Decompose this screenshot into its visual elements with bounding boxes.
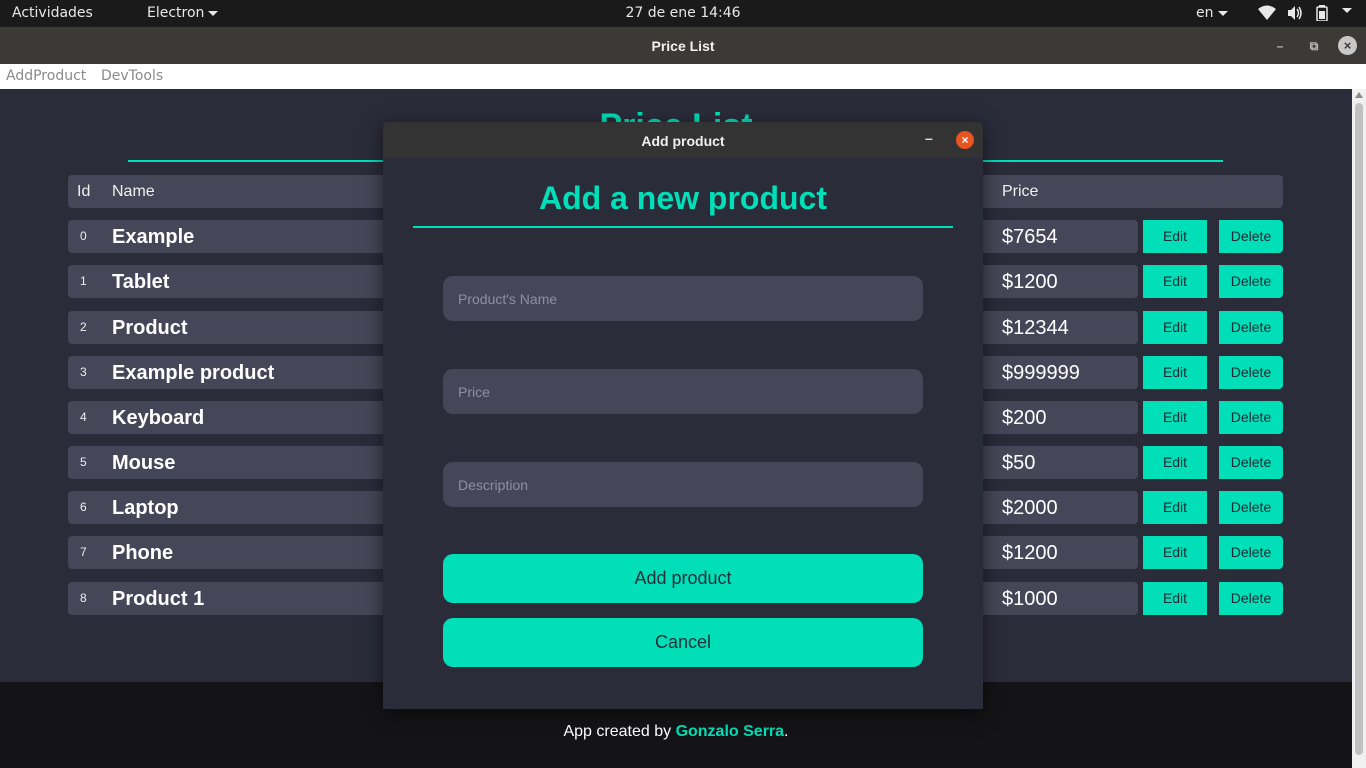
wifi-icon[interactable] <box>1258 5 1276 21</box>
menubar: AddProduct DevTools <box>0 64 1366 89</box>
window-title: Price List <box>651 38 715 54</box>
row-id: 4 <box>80 410 87 424</box>
description-input[interactable] <box>443 462 923 507</box>
delete-button[interactable]: Delete <box>1219 311 1283 344</box>
delete-button[interactable]: Delete <box>1219 536 1283 569</box>
row-id: 1 <box>80 274 87 288</box>
scroll-up-arrow-icon[interactable] <box>1355 92 1363 98</box>
delete-button[interactable]: Delete <box>1219 582 1283 615</box>
volume-icon[interactable] <box>1287 5 1303 21</box>
row-name: Product <box>112 317 188 339</box>
footer-prefix: App created by <box>563 723 676 740</box>
close-icon[interactable]: × <box>1338 36 1357 55</box>
row-price: $999999 <box>1002 362 1080 384</box>
dialog-title: Add product <box>641 133 725 149</box>
row-price: $1200 <box>1002 542 1058 564</box>
row-price: $12344 <box>1002 317 1069 339</box>
row-name: Product 1 <box>112 588 205 610</box>
row-name: Mouse <box>112 452 176 474</box>
header-id: Id <box>77 183 91 200</box>
row-name: Tablet <box>112 271 170 293</box>
delete-button[interactable]: Delete <box>1219 401 1283 434</box>
row-id: 5 <box>80 455 87 469</box>
edit-button[interactable]: Edit <box>1143 311 1207 344</box>
row-price: $7654 <box>1002 226 1058 248</box>
minimize-icon[interactable]: – <box>1271 37 1289 55</box>
menu-item-devtools[interactable]: DevTools <box>101 68 163 84</box>
language-label: en <box>1196 5 1214 21</box>
edit-button[interactable]: Edit <box>1143 536 1207 569</box>
cancel-button[interactable]: Cancel <box>443 618 923 667</box>
row-price: $2000 <box>1002 497 1058 519</box>
window-titlebar: Price List – ⧉ × <box>0 27 1366 64</box>
row-id: 2 <box>80 320 87 334</box>
edit-button[interactable]: Edit <box>1143 491 1207 524</box>
add-product-button[interactable]: Add product <box>443 554 923 603</box>
edit-button[interactable]: Edit <box>1143 220 1207 253</box>
header-price: Price <box>1002 183 1039 200</box>
scrollbar-thumb[interactable] <box>1355 103 1363 755</box>
delete-button[interactable]: Delete <box>1219 265 1283 298</box>
chevron-down-icon <box>1217 10 1228 16</box>
row-id: 6 <box>80 500 87 514</box>
row-name: Phone <box>112 542 174 564</box>
edit-button[interactable]: Edit <box>1143 356 1207 389</box>
system-menu-chevron-icon[interactable] <box>1342 8 1352 13</box>
delete-button[interactable]: Delete <box>1219 446 1283 479</box>
minimize-icon[interactable]: – <box>925 130 933 146</box>
row-name: Keyboard <box>112 407 205 429</box>
product-name-input[interactable] <box>443 276 923 321</box>
header-name: Name <box>112 183 155 200</box>
system-top-bar: Actividades Electron 27 de ene 14:46 en <box>0 0 1366 27</box>
menu-item-addproduct[interactable]: AddProduct <box>6 68 86 84</box>
heading-divider <box>413 226 953 228</box>
row-price: $200 <box>1002 407 1047 429</box>
footer-suffix: . <box>784 723 789 740</box>
delete-button[interactable]: Delete <box>1219 220 1283 253</box>
row-id: 7 <box>80 545 87 559</box>
edit-button[interactable]: Edit <box>1143 401 1207 434</box>
row-id: 3 <box>80 365 87 379</box>
row-id: 0 <box>80 229 87 243</box>
language-selector[interactable]: en <box>1196 5 1228 21</box>
delete-button[interactable]: Delete <box>1219 491 1283 524</box>
add-product-dialog: Add product – × Add a new product Add pr… <box>383 122 983 709</box>
row-id: 8 <box>80 591 87 605</box>
battery-icon[interactable] <box>1316 5 1328 21</box>
price-input[interactable] <box>443 369 923 414</box>
dialog-heading: Add a new product <box>539 180 827 216</box>
row-price: $50 <box>1002 452 1036 474</box>
row-name: Example <box>112 226 195 248</box>
close-icon[interactable]: × <box>956 131 974 149</box>
author-link[interactable]: Gonzalo Serra <box>676 723 784 740</box>
dialog-titlebar: Add product – × <box>383 122 983 158</box>
footer-text: App created by Gonzalo Serra. <box>0 723 1352 741</box>
row-name: Laptop <box>112 497 179 519</box>
edit-button[interactable]: Edit <box>1143 582 1207 615</box>
maximize-icon[interactable]: ⧉ <box>1305 37 1323 55</box>
scrollbar[interactable] <box>1352 89 1366 768</box>
edit-button[interactable]: Edit <box>1143 446 1207 479</box>
row-price: $1000 <box>1002 588 1058 610</box>
clock[interactable]: 27 de ene 14:46 <box>0 5 1366 21</box>
delete-button[interactable]: Delete <box>1219 356 1283 389</box>
row-price: $1200 <box>1002 271 1058 293</box>
row-name: Example product <box>112 362 275 384</box>
edit-button[interactable]: Edit <box>1143 265 1207 298</box>
